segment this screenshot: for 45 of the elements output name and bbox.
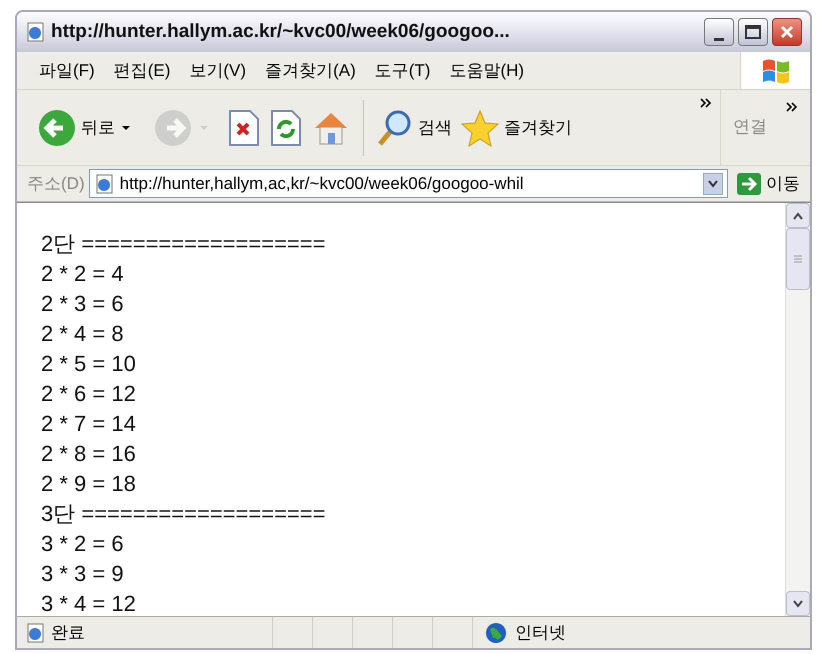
zone-label: 인터넷 <box>515 622 566 644</box>
text-line: 2단 =================== <box>41 230 326 258</box>
close-icon <box>779 24 795 40</box>
menu-item[interactable]: 도구(T) <box>374 58 430 84</box>
star-icon <box>460 108 500 148</box>
text-line: 2 * 7 = 14 <box>41 410 137 438</box>
menu-item[interactable]: 보기(V) <box>189 58 246 84</box>
menu-item[interactable]: 즐겨찾기(A) <box>265 58 356 84</box>
back-button[interactable]: 뒤로 <box>37 108 133 148</box>
text-line: 2 * 3 = 6 <box>41 290 125 318</box>
text-line: 3단 =================== <box>41 500 326 528</box>
refresh-button[interactable] <box>269 108 303 146</box>
chevron-icon[interactable] <box>700 98 712 108</box>
caret-icon <box>708 180 718 188</box>
text-line: 3 * 4 = 12 <box>41 590 137 616</box>
globe-icon <box>485 622 507 644</box>
dropdown-button[interactable] <box>703 172 723 194</box>
scrollbar[interactable] <box>785 203 810 616</box>
text-line: 3 * 2 = 6 <box>41 530 125 558</box>
chevron-icon[interactable] <box>786 102 798 112</box>
grip-icon[interactable] <box>794 255 802 263</box>
close-button[interactable] <box>772 18 802 46</box>
text-line: 2 * 5 = 10 <box>41 350 137 378</box>
menu-item[interactable]: 편집(E) <box>114 58 170 84</box>
menu-item[interactable]: 파일(F) <box>39 58 95 84</box>
text-line: 2 * 6 = 12 <box>41 380 137 408</box>
status-text: 완료 <box>51 622 85 644</box>
stop-button[interactable] <box>227 108 261 146</box>
text-line: 3 * 3 = 9 <box>41 560 125 588</box>
search-button[interactable]: 검색 <box>376 108 452 148</box>
go-button[interactable]: 이동 <box>732 170 800 196</box>
windows-logo-icon <box>760 56 790 84</box>
page-refresh-icon <box>269 108 303 146</box>
text-line: 2 * 2 = 4 <box>41 260 125 288</box>
favorites-button[interactable]: 즐겨찾기 <box>460 108 572 148</box>
address-label: 주소(D) <box>27 172 85 195</box>
address-field[interactable]: http://hunter,hallym,ac,kr/~kvc00/week06/googoo-whil <box>88 169 728 198</box>
page-x-icon <box>227 108 261 146</box>
text-line: 2 * 9 = 18 <box>41 470 137 498</box>
menu-item[interactable]: 도움말(H) <box>449 58 524 84</box>
window-title: http://hunter.hallym.ac.kr/~kvc00/week06/googoo... <box>51 20 511 44</box>
minimize-button[interactable] <box>704 18 734 46</box>
text-line: 2 * 8 = 16 <box>41 440 137 468</box>
text-line: 2 * 4 = 8 <box>41 320 125 348</box>
maximize-button[interactable] <box>738 18 768 46</box>
